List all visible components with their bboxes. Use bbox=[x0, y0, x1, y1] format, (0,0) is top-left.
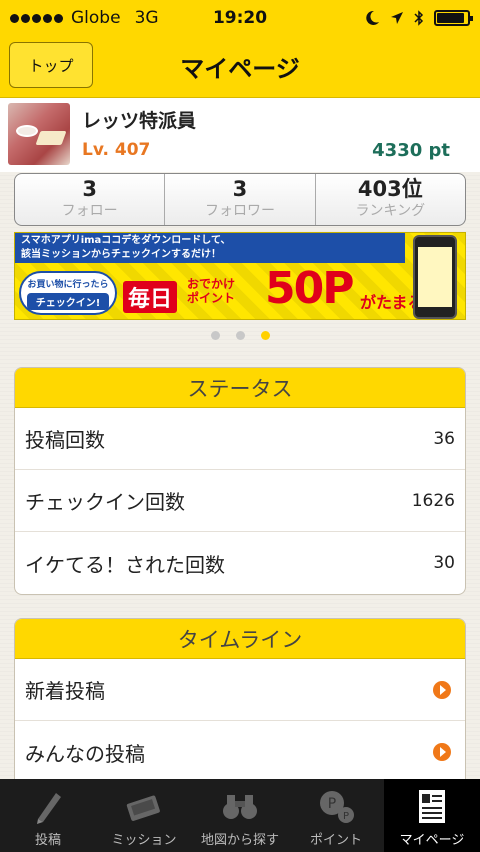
status-bar: Globe 3G 19:20 bbox=[0, 0, 480, 36]
banner-bubble: お買い物に行ったら チェックイン! bbox=[19, 271, 117, 315]
banner-points-amount: 50P bbox=[265, 263, 354, 314]
tab-map[interactable]: 地図から探す bbox=[192, 779, 288, 852]
battery-fill bbox=[437, 13, 464, 23]
stat-ranking[interactable]: 403位 ランキング bbox=[316, 174, 465, 225]
top-button[interactable]: トップ bbox=[9, 42, 93, 88]
status-row-likes: イケてる！された回数 30 bbox=[15, 532, 465, 594]
play-arrow-icon bbox=[433, 680, 451, 699]
tab-bar: 投稿 ミッション 地図から探す P P ポイント マイページ bbox=[0, 779, 480, 852]
pager-dot[interactable] bbox=[210, 331, 220, 340]
pencil-icon bbox=[37, 793, 61, 824]
stat-follow-value: 3 bbox=[82, 177, 97, 201]
banner-headline-line2: 該当ミッションからチェックインするだけ！ bbox=[21, 249, 221, 260]
status-row-value: 1626 bbox=[411, 490, 455, 511]
user-points: 4330 pt bbox=[372, 140, 450, 161]
banner-odekake: おでかけ ポイント bbox=[187, 277, 235, 305]
timeline-row-label: みんなの投稿 bbox=[25, 741, 145, 766]
status-card: ステータス 投稿回数 36 チェックイン回数 1626 イケてる！された回数 3… bbox=[14, 367, 466, 595]
ticket-icon bbox=[126, 795, 160, 821]
status-row-label: イケてる！された回数 bbox=[25, 552, 225, 577]
stat-follower-value: 3 bbox=[232, 177, 248, 201]
stat-ranking-label: ランキング bbox=[355, 203, 426, 219]
carrier-name: Globe bbox=[71, 8, 121, 28]
profile-panel: レッツ特派員 Lv. 407 4330 pt bbox=[0, 98, 480, 172]
play-arrow-icon bbox=[433, 743, 451, 761]
binoculars-icon bbox=[223, 795, 257, 819]
tab-label: 地図から探す bbox=[200, 833, 279, 848]
status-row-posts: 投稿回数 36 bbox=[15, 408, 465, 470]
avatar-cup-shape bbox=[16, 125, 38, 137]
tab-label: ポイント bbox=[309, 833, 362, 848]
banner-odekake-line2: ポイント bbox=[187, 291, 236, 305]
banner-pager bbox=[0, 331, 480, 340]
tab-points[interactable]: P P ポイント bbox=[288, 779, 384, 852]
pager-dot-active[interactable] bbox=[260, 331, 270, 340]
banner-checkin-text: チェックイン! bbox=[27, 293, 109, 310]
status-row-label: チェックイン回数 bbox=[25, 490, 185, 514]
status-card-title: ステータス bbox=[15, 368, 465, 408]
phone-screen bbox=[418, 247, 452, 307]
signal-strength-icon bbox=[10, 13, 63, 23]
bluetooth-icon bbox=[414, 10, 424, 26]
status-row-label: 投稿回数 bbox=[25, 428, 105, 452]
network-type: 3G bbox=[134, 8, 159, 28]
status-row-value: 36 bbox=[433, 428, 455, 449]
banner-bubble-text: お買い物に行ったら bbox=[27, 280, 109, 290]
tab-label: 投稿 bbox=[34, 833, 61, 848]
svg-text:P: P bbox=[328, 796, 336, 812]
banner-headline-line1: スマホアプリimaココデをダウンロードして、 bbox=[21, 235, 231, 246]
nav-header: トップ マイページ bbox=[0, 36, 480, 98]
status-row-checkins: チェックイン回数 1626 bbox=[15, 470, 465, 532]
tab-mypage[interactable]: マイページ bbox=[384, 779, 480, 852]
stat-follower[interactable]: 3 フォロワー bbox=[165, 174, 316, 225]
status-row-value: 30 bbox=[433, 553, 455, 573]
avatar[interactable] bbox=[8, 103, 70, 165]
tab-mission[interactable]: ミッション bbox=[96, 779, 192, 852]
username: レッツ特派員 bbox=[82, 110, 197, 132]
timeline-row-new-posts[interactable]: 新着投稿 bbox=[15, 659, 465, 721]
avatar-cake-shape bbox=[35, 131, 67, 145]
stats-bar: 3 フォロー 3 フォロワー 403位 ランキング bbox=[14, 173, 466, 226]
promo-banner[interactable]: スマホアプリimaココデをダウンロードして、 該当ミッションからチェックインする… bbox=[14, 232, 466, 320]
coins-icon: P P bbox=[320, 791, 354, 823]
battery-icon bbox=[434, 10, 473, 26]
stat-follow-label: フォロー bbox=[61, 203, 118, 219]
moon-icon bbox=[366, 10, 379, 25]
tab-label: マイページ bbox=[399, 833, 465, 848]
banner-everyday: 毎日 bbox=[123, 281, 178, 313]
timeline-row-label: 新着投稿 bbox=[25, 679, 105, 703]
pager-dot[interactable] bbox=[235, 331, 245, 340]
user-level: Lv. 407 bbox=[82, 140, 151, 160]
stat-follower-label: フォロワー bbox=[204, 203, 275, 219]
tab-post[interactable]: 投稿 bbox=[0, 779, 96, 852]
banner-odekake-line1: おでかけ bbox=[187, 277, 236, 291]
status-bar-left: Globe 3G bbox=[10, 8, 159, 28]
page-title: マイページ bbox=[180, 55, 300, 83]
banner-headline: スマホアプリimaココデをダウンロードして、 該当ミッションからチェックインする… bbox=[15, 233, 405, 263]
profile-card-icon bbox=[419, 790, 445, 823]
tab-label: ミッション bbox=[111, 833, 177, 848]
phone-illustration-icon bbox=[413, 235, 457, 319]
status-bar-right bbox=[364, 10, 473, 26]
stat-follow[interactable]: 3 フォロー bbox=[15, 174, 166, 225]
timeline-row-everyone-posts[interactable]: みんなの投稿 bbox=[15, 721, 465, 783]
svg-text:P: P bbox=[343, 811, 349, 822]
timeline-card-title: タイムライン bbox=[15, 619, 465, 659]
location-arrow-icon bbox=[391, 12, 403, 24]
stat-ranking-value: 403位 bbox=[357, 177, 423, 201]
